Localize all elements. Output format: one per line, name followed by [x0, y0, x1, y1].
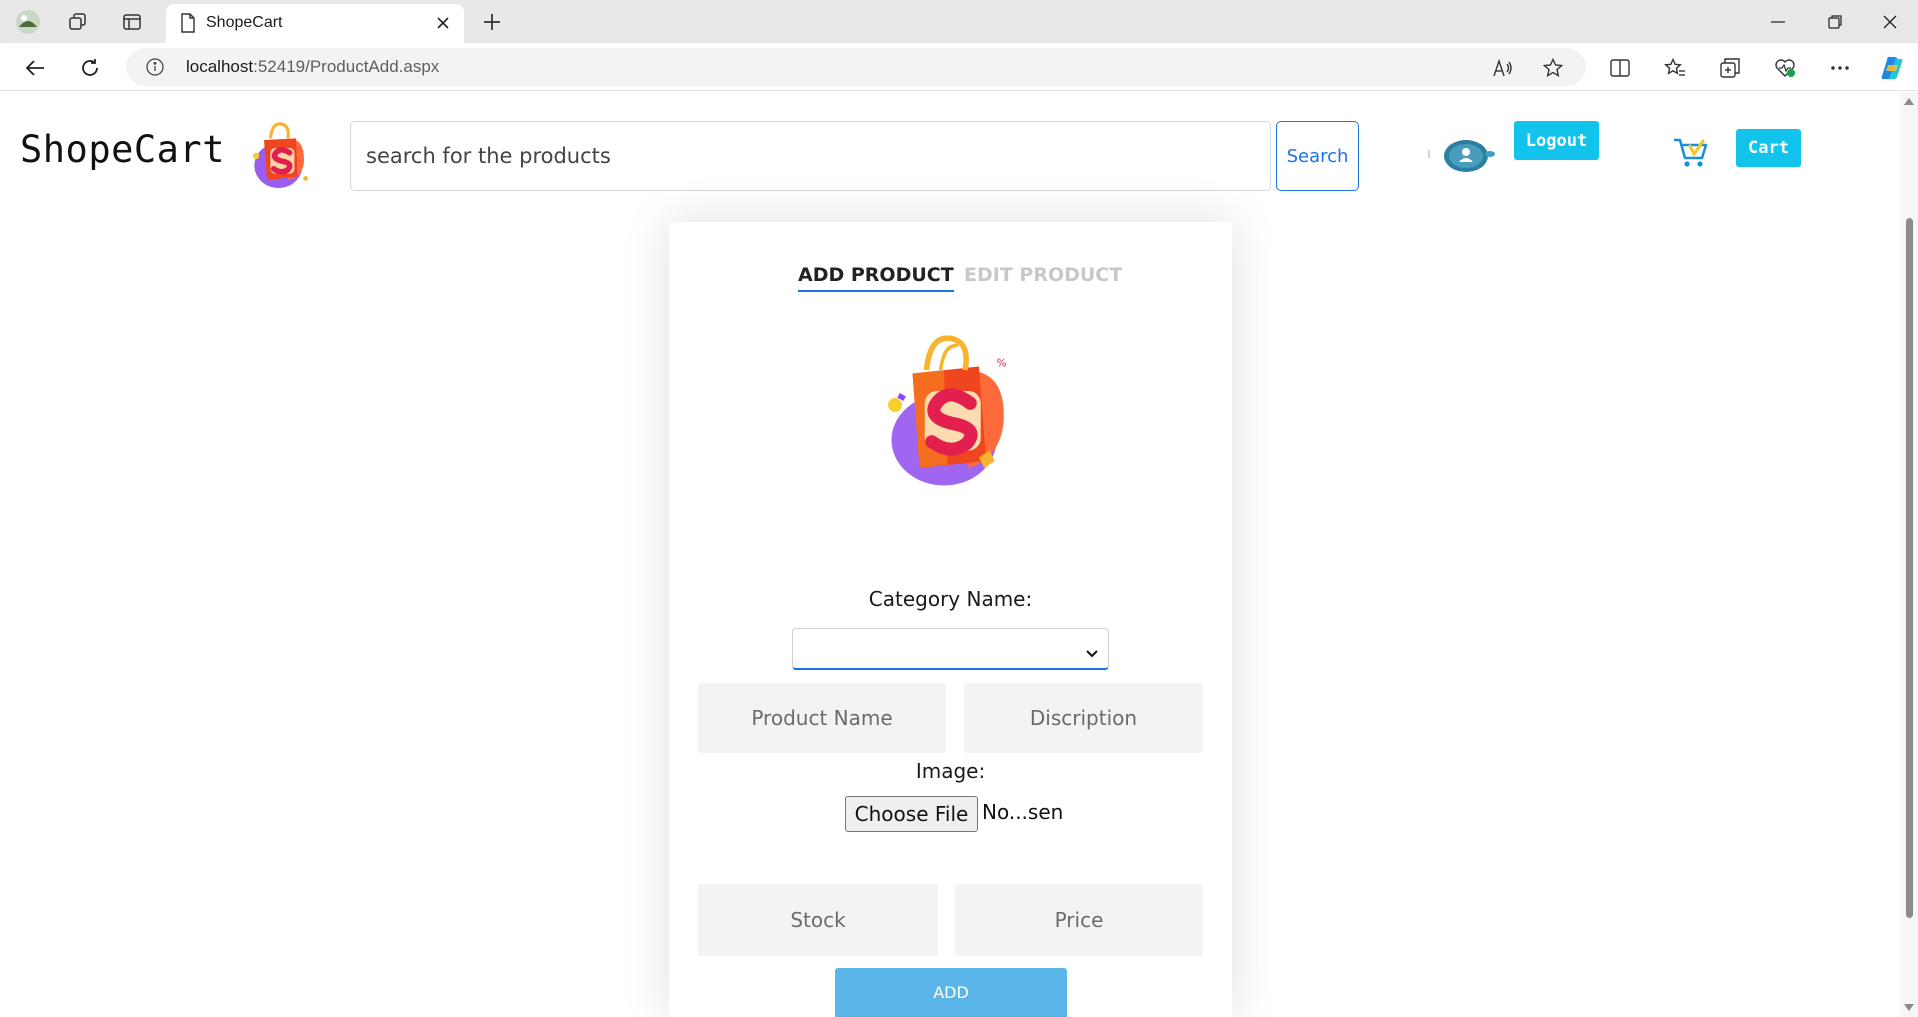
search-button[interactable]: Search	[1276, 121, 1359, 191]
chevron-down-icon	[1086, 643, 1098, 662]
scroll-down-icon[interactable]	[1904, 1004, 1914, 1011]
copilot-icon[interactable]	[1877, 53, 1907, 83]
shopecart-logo[interactable]	[240, 116, 320, 196]
stock-field[interactable]: Stock	[698, 884, 938, 956]
close-tab-icon[interactable]	[432, 12, 454, 34]
svg-text:%: %	[997, 358, 1007, 370]
collections-icon[interactable]	[1715, 53, 1745, 83]
vertical-tabs-icon[interactable]	[118, 8, 146, 36]
site-info-icon[interactable]	[146, 58, 164, 80]
tab-edit-product[interactable]: EDIT PRODUCT	[964, 264, 1122, 286]
add-product-button[interactable]: ADD	[835, 968, 1067, 1017]
file-status-text: No...sen	[982, 800, 1064, 824]
address-bar: localhost:52419/ProductAdd.aspx	[0, 43, 1918, 91]
product-name-field[interactable]: Product Name	[698, 683, 946, 753]
cart-icon[interactable]	[1670, 134, 1710, 170]
browser-tab[interactable]: ShopeCart	[166, 4, 464, 43]
shopecart-large-logo: %	[860, 328, 1035, 503]
search-input[interactable]	[350, 121, 1271, 191]
browser-tab-bar: ShopeCart	[0, 0, 1918, 43]
url-text: localhost:52419/ProductAdd.aspx	[186, 57, 440, 76]
close-window-icon[interactable]	[1870, 8, 1910, 36]
restore-icon[interactable]	[1815, 8, 1855, 36]
read-aloud-icon[interactable]	[1490, 55, 1516, 81]
page-icon	[180, 13, 196, 37]
scrollbar-thumb[interactable]	[1906, 218, 1913, 918]
site-brand[interactable]: ShopeCart	[20, 128, 225, 171]
tab-add-product[interactable]: ADD PRODUCT	[798, 264, 954, 292]
split-screen-icon[interactable]	[1605, 53, 1635, 83]
back-icon[interactable]	[20, 53, 50, 83]
user-avatar-icon[interactable]	[1428, 136, 1498, 176]
tab-title: ShopeCart	[206, 14, 283, 31]
scroll-up-icon[interactable]	[1904, 98, 1914, 105]
category-dropdown[interactable]	[792, 628, 1109, 670]
refresh-icon[interactable]	[75, 53, 105, 83]
workspaces-icon[interactable]	[64, 8, 92, 36]
favorites-icon[interactable]	[1660, 53, 1690, 83]
logout-button[interactable]: Logout	[1514, 121, 1599, 160]
minimize-icon[interactable]	[1758, 8, 1798, 36]
page-scrollbar[interactable]	[1900, 92, 1918, 1017]
favorite-star-icon[interactable]	[1540, 55, 1566, 81]
choose-file-button[interactable]: Choose File	[845, 796, 978, 832]
description-field[interactable]: Discription	[964, 683, 1203, 753]
price-field[interactable]: Price	[955, 884, 1203, 956]
image-label: Image:	[915, 759, 986, 783]
browser-essentials-icon[interactable]	[1770, 53, 1800, 83]
new-tab-icon[interactable]	[478, 8, 506, 36]
url-field[interactable]: localhost:52419/ProductAdd.aspx	[126, 48, 1586, 86]
cart-button[interactable]: Cart	[1736, 129, 1801, 167]
category-label: Category Name:	[868, 587, 1033, 611]
profile-icon[interactable]	[14, 8, 42, 36]
more-options-icon[interactable]	[1825, 53, 1855, 83]
